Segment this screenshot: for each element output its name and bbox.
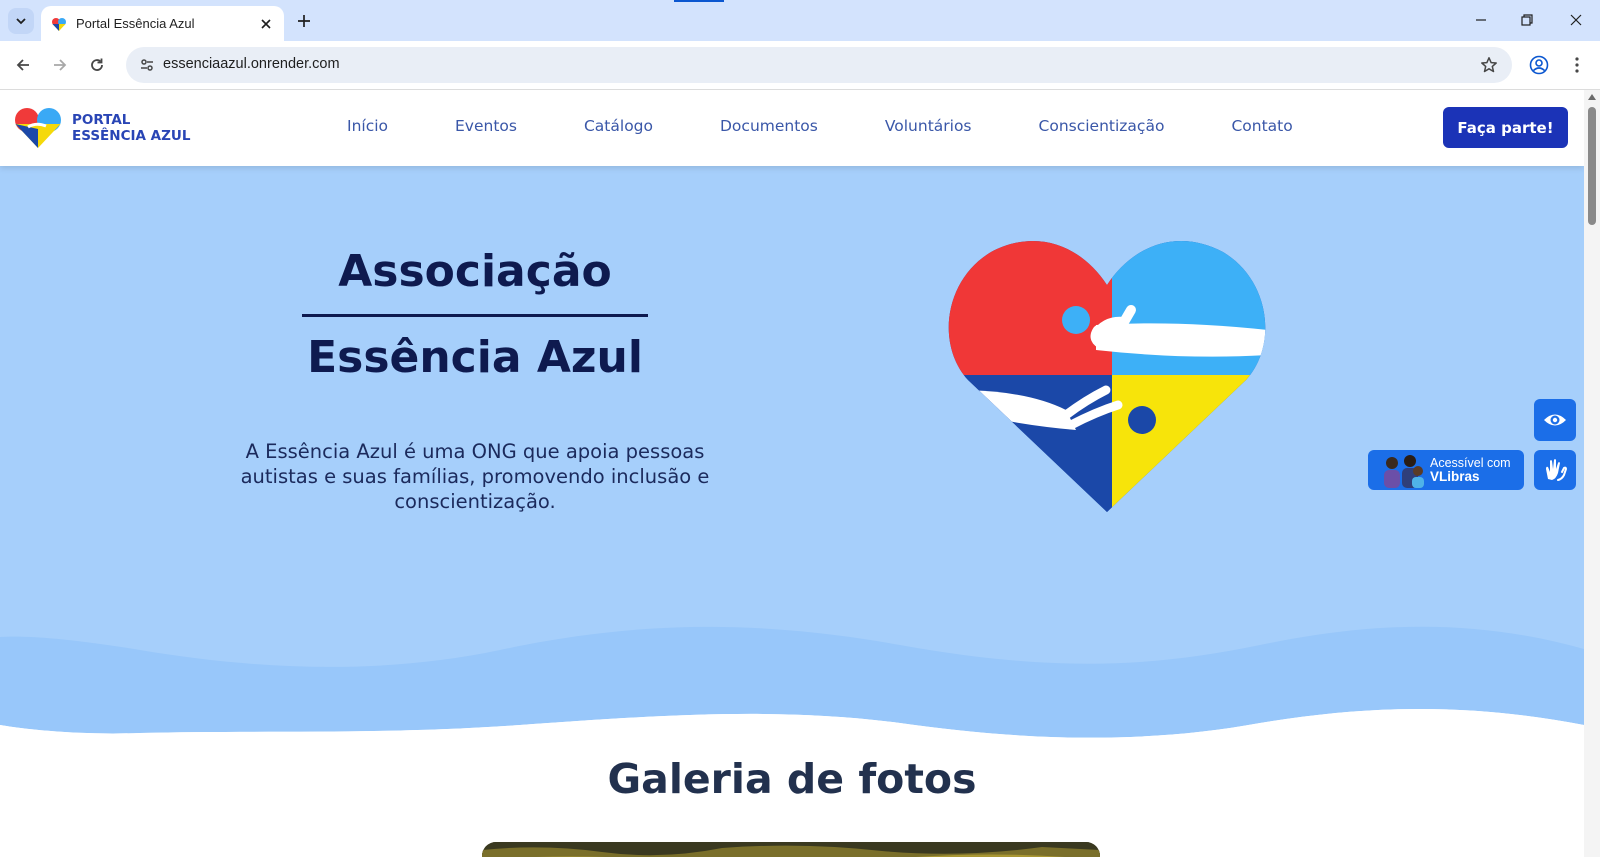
nav-link-contato[interactable]: Contato [1231, 117, 1292, 135]
sign-language-hands-icon [1546, 459, 1568, 481]
scroll-up-arrow[interactable] [1588, 94, 1596, 100]
nav-link-conscientizacao[interactable]: Conscientização [1039, 117, 1165, 135]
hero-wave-divider [0, 575, 1584, 775]
plus-icon [298, 15, 310, 27]
back-button[interactable] [9, 51, 37, 79]
nav-link-catalogo[interactable]: Catálogo [584, 117, 653, 135]
vlibras-button[interactable] [1534, 450, 1576, 490]
url-text[interactable]: essenciaazul.onrender.com [163, 56, 340, 72]
page-scrollbar[interactable] [1584, 90, 1600, 857]
nav-link-eventos[interactable]: Eventos [455, 117, 517, 135]
join-button[interactable]: Faça parte! [1443, 107, 1568, 148]
restore-icon [1521, 14, 1533, 26]
heart-logo-icon [52, 17, 66, 31]
avatars-icon [1384, 455, 1424, 488]
arrow-left-icon [16, 59, 29, 71]
arrow-right-icon [54, 59, 67, 71]
nav-link-inicio[interactable]: Início [347, 117, 388, 135]
tab-search-button[interactable] [8, 8, 34, 34]
eye-icon [1544, 414, 1566, 426]
star-icon [1481, 57, 1497, 73]
main-nav: Início Eventos Catálogo Documentos Volun… [347, 117, 1293, 135]
vlibras-badge[interactable]: Acessível com VLibras [1368, 450, 1524, 490]
minimize-icon [1476, 19, 1486, 21]
new-tab-button[interactable] [291, 9, 317, 33]
chevron-down-icon [16, 18, 26, 25]
logo-line-2: ESSÊNCIA AZUL [72, 128, 191, 144]
forward-button[interactable] [46, 51, 74, 79]
logo-line-1: PORTAL [72, 112, 131, 128]
nav-link-voluntarios[interactable]: Voluntários [885, 117, 972, 135]
tune-icon [141, 59, 153, 71]
close-icon [1570, 14, 1582, 26]
address-bar[interactable]: essenciaazul.onrender.com [126, 47, 1512, 83]
menu-button[interactable] [1563, 51, 1591, 79]
tab-close-button[interactable] [254, 12, 278, 36]
browser-toolbar: essenciaazul.onrender.com [0, 41, 1600, 90]
close-icon [261, 18, 271, 29]
site-header: PORTAL ESSÊNCIA AZUL Início Eventos Catá… [0, 90, 1584, 166]
hero-title-line-1: Associação [338, 246, 612, 297]
close-window-button[interactable] [1553, 0, 1599, 40]
restore-button[interactable] [1504, 0, 1550, 40]
browser-tab-bar: Portal Essência Azul [0, 0, 1600, 41]
scroll-thumb[interactable] [1588, 107, 1596, 225]
profile-icon [1529, 55, 1549, 75]
gallery-title: Galeria de fotos [607, 755, 977, 803]
web-page: PORTAL ESSÊNCIA AZUL Início Eventos Catá… [0, 90, 1584, 857]
kebab-menu-icon [1575, 57, 1579, 73]
heart-logo-icon [15, 108, 61, 148]
profile-button[interactable] [1525, 51, 1553, 79]
site-logo[interactable]: PORTAL ESSÊNCIA AZUL [14, 107, 190, 149]
vlibras-line-2: VLibras [1430, 469, 1480, 484]
site-info-button[interactable] [134, 52, 160, 78]
puzzle-heart-illustration [948, 240, 1266, 512]
hero-description: A Essência Azul é uma ONG que apoia pess… [240, 440, 710, 513]
browser-tab[interactable]: Portal Essência Azul [41, 6, 284, 41]
tab-strip-indicator [674, 0, 724, 2]
reload-icon [91, 58, 103, 71]
vlibras-text: Acessível com VLibras [1430, 456, 1511, 484]
reload-button[interactable] [83, 51, 111, 79]
tab-title: Portal Essência Azul [76, 16, 195, 31]
nav-link-documentos[interactable]: Documentos [720, 117, 818, 135]
bookmark-button[interactable] [1476, 52, 1502, 78]
photo-image [482, 842, 1100, 857]
hero-divider [302, 314, 648, 317]
gallery-photo[interactable] [482, 842, 1100, 857]
vlibras-line-1: Acessível com [1430, 456, 1511, 470]
logo-text: PORTAL ESSÊNCIA AZUL [72, 112, 190, 144]
accessibility-button[interactable] [1534, 399, 1576, 441]
minimize-button[interactable] [1458, 0, 1504, 40]
hero-title-line-2: Essência Azul [307, 332, 643, 383]
